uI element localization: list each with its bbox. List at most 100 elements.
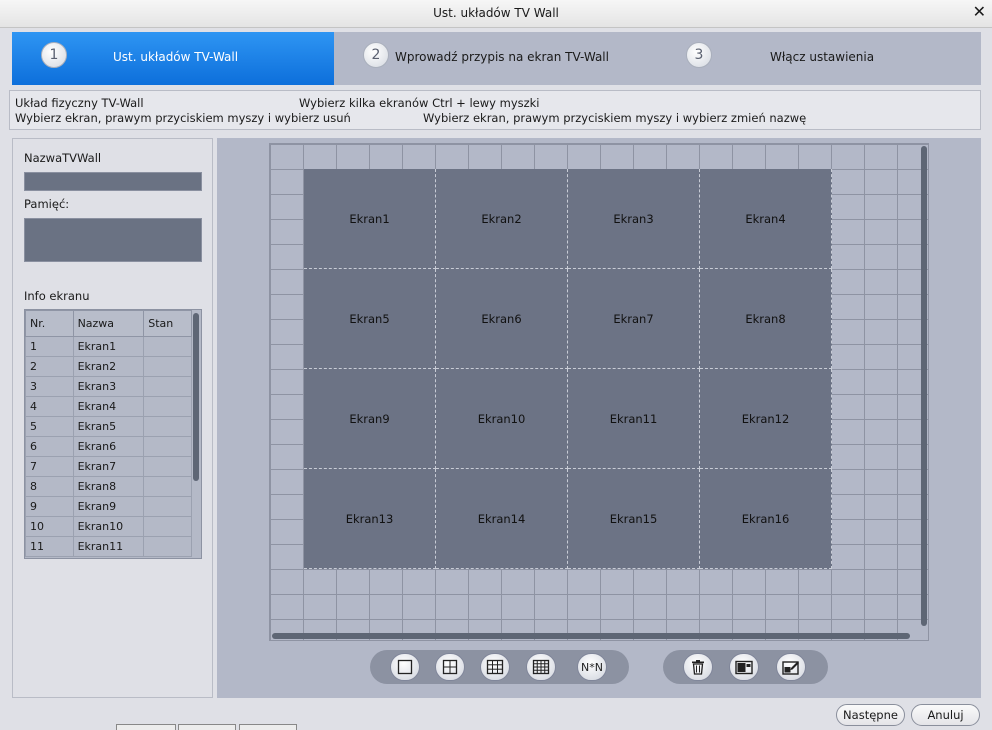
tv-screen[interactable]: Ekran14: [436, 469, 568, 569]
title-bar: Ust. układów TV Wall ✕: [0, 0, 992, 28]
layout-3x3-icon[interactable]: [480, 653, 510, 681]
table-row[interactable]: 7 Ekran7: [25, 456, 192, 477]
table-row[interactable]: 4 Ekran4: [25, 396, 192, 417]
bottom-tab[interactable]: [116, 724, 176, 730]
cancel-button[interactable]: Anuluj: [911, 704, 980, 726]
cell-name: Ekran7: [72, 456, 145, 477]
hint-rename: Wybierz ekran, prawym przyciskiem myszy …: [423, 111, 807, 125]
step-label: Ust. układów TV-Wall: [113, 50, 239, 64]
screen-window-icon[interactable]: [729, 653, 759, 681]
tv-screen[interactable]: Ekran6: [436, 269, 568, 369]
tv-screen[interactable]: Ekran12: [700, 369, 832, 469]
cell-nr: 7: [25, 456, 74, 477]
hints-panel: Układ fizyczny TV-Wall Wybierz kilka ekr…: [9, 90, 981, 130]
step-number: 1: [41, 42, 67, 68]
cell-nr: 3: [25, 376, 74, 397]
table-row[interactable]: 2 Ekran2: [25, 356, 192, 377]
memory-label: Pamięć:: [24, 197, 70, 211]
scrollbar-thumb[interactable]: [193, 313, 199, 481]
cell-name: Ekran8: [72, 476, 145, 497]
cell-status: [143, 536, 192, 557]
cell-nr: 10: [25, 516, 74, 537]
tvwall-name-label: NazwaTVWall: [24, 151, 102, 165]
tv-screen[interactable]: Ekran3: [568, 169, 700, 269]
table-scrollbar[interactable]: [192, 311, 200, 557]
cell-nr: 6: [25, 436, 74, 457]
tv-screen[interactable]: Ekran11: [568, 369, 700, 469]
tvwall-name-field[interactable]: [24, 172, 202, 191]
close-icon[interactable]: ✕: [973, 2, 986, 21]
tv-screen[interactable]: Ekran1: [304, 169, 436, 269]
layout-4x4-icon[interactable]: [526, 653, 556, 681]
tv-screen[interactable]: Ekran7: [568, 269, 700, 369]
table-row[interactable]: 5 Ekran5: [25, 416, 192, 437]
layout-1x1-icon[interactable]: [390, 653, 420, 681]
cell-status: [143, 476, 192, 497]
screen-edit-icon[interactable]: [776, 653, 806, 681]
cell-status: [143, 456, 192, 477]
column-header-name[interactable]: Nazwa: [72, 310, 145, 337]
tv-screen[interactable]: Ekran2: [436, 169, 568, 269]
table-row[interactable]: 3 Ekran3: [25, 376, 192, 397]
table-row[interactable]: 10 Ekran10: [25, 516, 192, 537]
hint-select-multi: Wybierz kilka ekranów Ctrl + lewy myszki: [299, 96, 540, 110]
step-label: Włącz ustawienia: [770, 50, 875, 64]
canvas-horizontal-scrollbar[interactable]: [272, 633, 910, 639]
next-button[interactable]: Następne: [836, 704, 905, 726]
table-row[interactable]: 6 Ekran6: [25, 436, 192, 457]
cell-status: [143, 436, 192, 457]
window-title: Ust. układów TV Wall: [433, 6, 559, 20]
memory-field[interactable]: [24, 218, 202, 262]
tv-screen[interactable]: Ekran15: [568, 469, 700, 569]
tv-wall-canvas[interactable]: Ekran1 Ekran2 Ekran3 Ekran4 Ekran5 Ekran6 Ekra…: [269, 143, 929, 641]
hint-layout: Układ fizyczny TV-Wall: [15, 96, 144, 110]
cell-status: [143, 516, 192, 537]
cell-name: Ekran10: [72, 516, 145, 537]
cell-name: Ekran9: [72, 496, 145, 517]
step-label: Wprowadź przypis na ekran TV-Wall: [395, 50, 609, 64]
cell-nr: 1: [25, 336, 74, 357]
cell-nr: 5: [25, 416, 74, 437]
tv-screen[interactable]: Ekran16: [700, 469, 832, 569]
column-header-status[interactable]: Stan: [143, 310, 192, 337]
left-panel: NazwaTVWall Pamięć: Info ekranu Nr. Nazw…: [12, 138, 213, 698]
action-toolbar: [663, 650, 828, 684]
cell-status: [143, 376, 192, 397]
bottom-tab[interactable]: [239, 724, 297, 730]
layout-nxn-button[interactable]: N*N: [577, 653, 607, 681]
cell-name: Ekran3: [72, 376, 145, 397]
cell-nr: 9: [25, 496, 74, 517]
step-1: 1 Ust. układów TV-Wall: [12, 32, 334, 85]
cell-status: [143, 496, 192, 517]
step-2: 2 Wprowadź przypis na ekran TV-Wall: [334, 32, 657, 85]
cell-status: [143, 356, 192, 377]
cell-name: Ekran1: [72, 336, 145, 357]
cell-nr: 8: [25, 476, 74, 497]
screen-grid: Ekran1 Ekran2 Ekran3 Ekran4 Ekran5 Ekran6 Ekra…: [304, 169, 832, 569]
tv-screen[interactable]: Ekran10: [436, 369, 568, 469]
cell-name: Ekran11: [72, 536, 145, 557]
layout-2x2-icon[interactable]: [435, 653, 465, 681]
tv-wall-workarea: Ekran1 Ekran2 Ekran3 Ekran4 Ekran5 Ekran6 Ekra…: [217, 138, 981, 698]
cell-name: Ekran4: [72, 396, 145, 417]
table-row[interactable]: 11 Ekran11: [25, 536, 192, 557]
screen-info-table: Nr. Nazwa Stan 1 Ekran1 2 Ekran2 3 Ekran3 4 Ekr…: [24, 309, 202, 559]
cell-status: [143, 396, 192, 417]
step-3: 3 Włącz ustawienia: [657, 32, 981, 85]
tv-screen[interactable]: Ekran4: [700, 169, 832, 269]
step-number: 2: [363, 42, 389, 68]
canvas-vertical-scrollbar[interactable]: [921, 146, 927, 626]
table-row[interactable]: 9 Ekran9: [25, 496, 192, 517]
tv-screen[interactable]: Ekran13: [304, 469, 436, 569]
cell-nr: 4: [25, 396, 74, 417]
tv-screen[interactable]: Ekran9: [304, 369, 436, 469]
bottom-tab[interactable]: [178, 724, 236, 730]
trash-icon[interactable]: [683, 653, 713, 681]
cell-nr: 11: [25, 536, 74, 557]
tv-screen[interactable]: Ekran8: [700, 269, 832, 369]
tv-screen[interactable]: Ekran5: [304, 269, 436, 369]
cell-name: Ekran6: [72, 436, 145, 457]
column-header-nr[interactable]: Nr.: [25, 310, 74, 337]
table-row[interactable]: 8 Ekran8: [25, 476, 192, 497]
table-row[interactable]: 1 Ekran1: [25, 336, 192, 357]
